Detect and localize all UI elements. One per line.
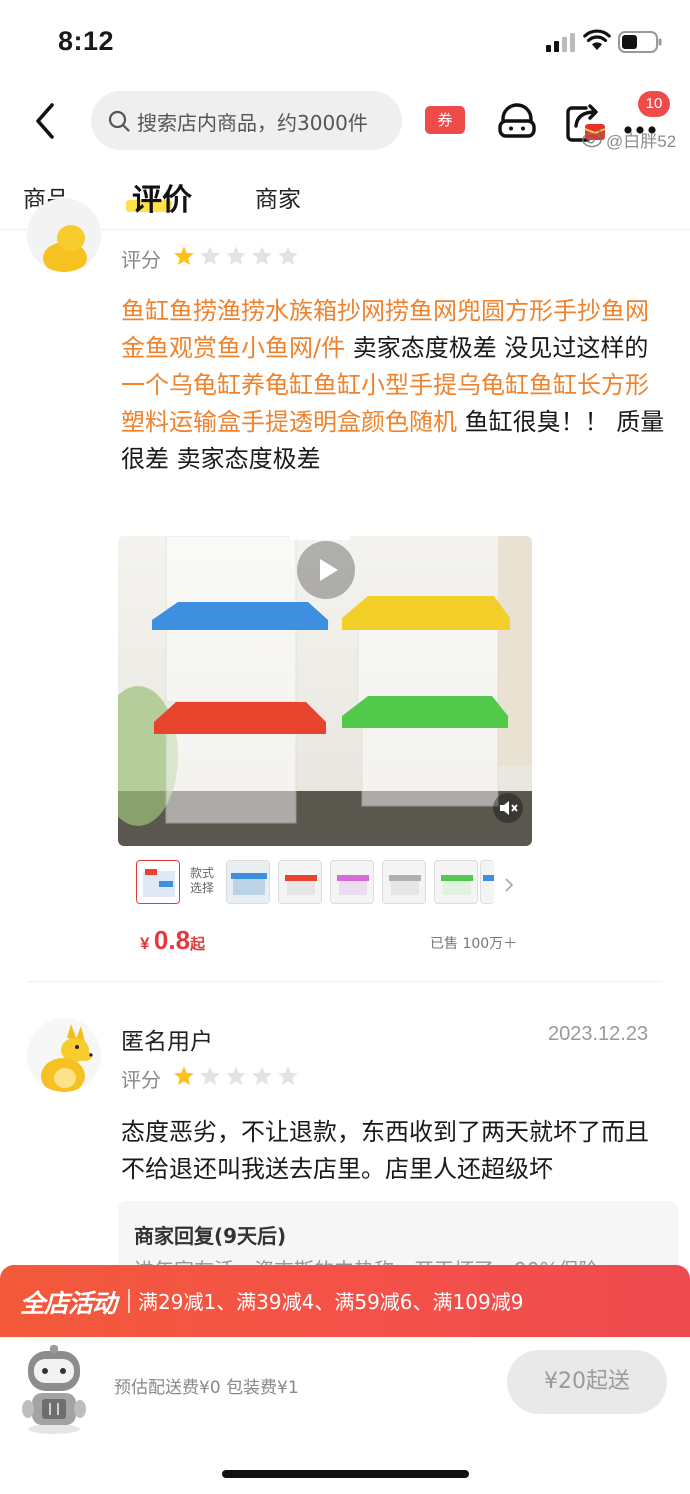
- star-empty-icon: [226, 1066, 246, 1085]
- watermark-text: @白胖52: [606, 132, 677, 151]
- star-rating: [173, 1065, 298, 1087]
- reviewer-avatar: [27, 198, 101, 272]
- star-empty-icon: [278, 1066, 298, 1085]
- merchant-reply-title: 商家回复(9天后): [134, 1224, 287, 1248]
- home-indicator: [222, 1470, 469, 1478]
- back-arrow-icon[interactable]: [30, 101, 62, 141]
- customer-service-icon[interactable]: [497, 101, 537, 141]
- chevron-right-icon[interactable]: [502, 876, 516, 894]
- variant-thumbnail[interactable]: [278, 860, 322, 904]
- min-order-button[interactable]: ¥20起送: [507, 1350, 667, 1414]
- star-empty-icon: [252, 1066, 272, 1085]
- cellular-signal-icon: [546, 33, 575, 52]
- coupon-icon[interactable]: 券: [425, 106, 465, 136]
- review-date: 2023.12.23: [548, 1023, 649, 1045]
- status-bar: 8:12: [0, 0, 690, 82]
- battery-icon: [618, 31, 662, 53]
- star-empty-icon: [278, 246, 298, 265]
- product-variant-strip: 款式选择: [118, 856, 532, 916]
- star-empty-icon: [200, 246, 220, 265]
- tab-shop[interactable]: 商家: [255, 180, 301, 214]
- variant-thumbnail[interactable]: [382, 860, 426, 904]
- weibo-icon: [582, 130, 605, 148]
- star-empty-icon: [252, 246, 272, 265]
- variant-thumbnail[interactable]: [480, 860, 494, 904]
- store-search-input[interactable]: 搜索店内商品，约3000件: [91, 91, 402, 150]
- review-text-segment: 卖家态度极差 没见过这样的: [345, 334, 649, 362]
- star-rating: [173, 245, 298, 267]
- variant-thumbnail[interactable]: [136, 860, 180, 904]
- variant-thumbnail[interactable]: [330, 860, 374, 904]
- mute-icon[interactable]: [492, 792, 524, 824]
- rating-label: 评分: [121, 248, 161, 272]
- checkout-bar: 预估配送费¥0 包装费¥1 ¥20起送: [0, 1337, 690, 1494]
- review-divider: [28, 981, 662, 982]
- status-time: 8:12: [58, 26, 115, 56]
- star-filled-icon: [174, 1066, 194, 1085]
- kangaroo-mascot-icon: [27, 1018, 101, 1092]
- sold-count: 已售 100万＋: [430, 936, 518, 952]
- variant-thumbnail[interactable]: [226, 860, 270, 904]
- star-empty-icon: [226, 246, 246, 265]
- review-body: 鱼缸鱼捞渔捞水族箱抄网捞鱼网兜圆方形手抄鱼网金鱼观赏鱼小鱼网/件 卖家态度极差 …: [121, 293, 666, 478]
- price-value: 0.8: [153, 925, 191, 955]
- search-placeholder: 搜索店内商品，约3000件: [137, 111, 368, 135]
- promotion-title: 全店活动: [20, 1289, 117, 1318]
- rating-label: 评分: [121, 1068, 161, 1092]
- wifi-icon: [583, 29, 611, 50]
- review-body: 态度恶劣，不让退款，东西收到了两天就坏了而且不给退还叫我送去店里。店里人还超级坏: [121, 1118, 649, 1183]
- variant-thumbnail[interactable]: [434, 860, 478, 904]
- robot-mascot-icon[interactable]: [14, 1343, 94, 1435]
- search-icon: [108, 110, 130, 132]
- play-icon[interactable]: [296, 540, 356, 600]
- product-price: ¥ 0.8起: [140, 925, 205, 956]
- reviewer-avatar: [27, 1018, 101, 1092]
- promotion-text: 满29减1、满39减4、满59减6、满109减9: [138, 1290, 524, 1314]
- style-select-label: 款式选择: [190, 866, 215, 895]
- price-suffix: 起: [190, 936, 206, 953]
- reviewer-name: 匿名用户: [121, 1029, 213, 1055]
- notification-badge: 10: [638, 91, 670, 117]
- star-empty-icon: [200, 1066, 220, 1085]
- coupon-label: 券: [425, 106, 465, 134]
- delivery-fee-text: 预估配送费¥0 包装费¥1: [114, 1378, 299, 1398]
- star-filled-icon: [174, 246, 194, 265]
- tab-bar: 商品 评价 商家: [0, 168, 690, 230]
- price-currency: ¥: [140, 934, 150, 953]
- store-promotion-bar[interactable]: 全店活动 满29减1、满39减4、满59减6、满109减9: [0, 1265, 690, 1337]
- tab-reviews[interactable]: 评价: [132, 175, 192, 219]
- kangaroo-mascot-icon: [43, 225, 87, 272]
- promotion-divider: [128, 1289, 130, 1313]
